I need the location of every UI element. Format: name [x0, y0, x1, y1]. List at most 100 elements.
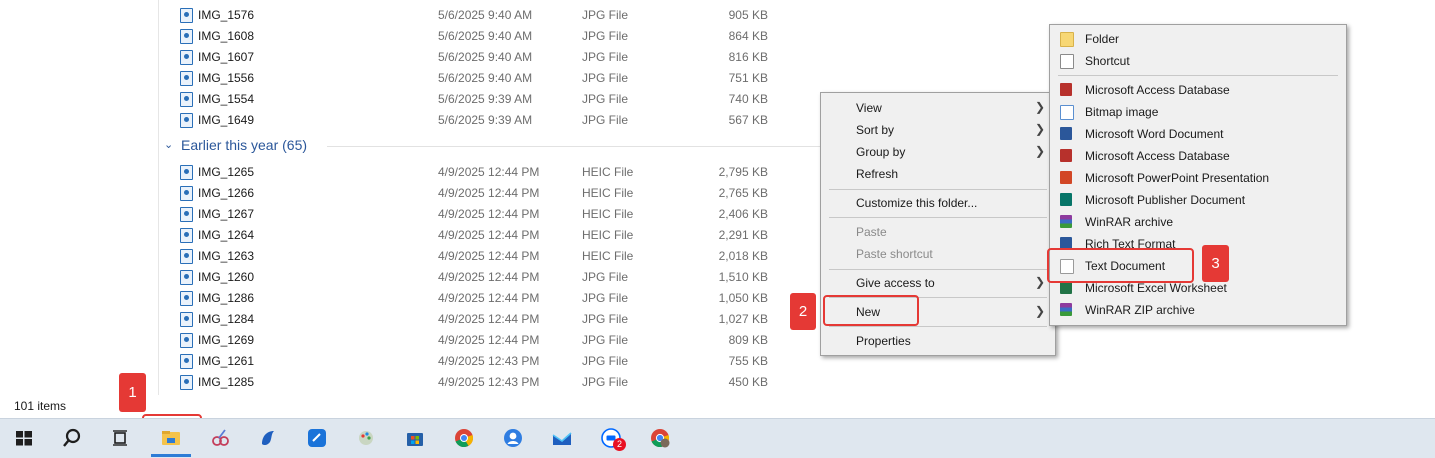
- file-size: 450 KB: [728, 375, 768, 389]
- menu-item-paste[interactable]: Paste: [821, 221, 1055, 243]
- file-row[interactable]: IMG_1284 4/9/2025 12:44 PM JPG File 1,02…: [180, 309, 800, 330]
- submenu-item-access-database[interactable]: Microsoft Access Database: [1050, 79, 1346, 101]
- file-row[interactable]: IMG_1260 4/9/2025 12:44 PM JPG File 1,51…: [180, 267, 800, 288]
- file-row[interactable]: IMG_1264 4/9/2025 12:44 PM HEIC File 2,2…: [180, 225, 800, 246]
- file-row[interactable]: IMG_1556 5/6/2025 9:40 AM JPG File 751 K…: [180, 68, 800, 89]
- task-view-button[interactable]: [100, 419, 140, 458]
- taskbar-app-user-agent[interactable]: [493, 419, 533, 458]
- taskbar-app-remote[interactable]: [297, 419, 337, 458]
- image-file-icon: [180, 270, 193, 285]
- submenu-item-powerpoint[interactable]: Microsoft PowerPoint Presentation: [1050, 167, 1346, 189]
- file-row[interactable]: IMG_1608 5/6/2025 9:40 AM JPG File 864 K…: [180, 26, 800, 47]
- file-name: IMG_1576: [198, 8, 255, 22]
- taskbar-app-snipping-tool[interactable]: [200, 419, 240, 458]
- file-name: IMG_1263: [198, 249, 255, 263]
- taskbar-app-mail[interactable]: [542, 419, 582, 458]
- taskbar-app-chrome-profile[interactable]: [640, 419, 680, 458]
- file-row[interactable]: IMG_1269 4/9/2025 12:44 PM JPG File 809 …: [180, 330, 800, 351]
- publisher-icon: [1060, 193, 1072, 206]
- menu-item-label: Microsoft Excel Worksheet: [1085, 281, 1227, 295]
- menu-item-properties[interactable]: Properties: [821, 330, 1055, 352]
- highlight-step-3: [1047, 248, 1194, 283]
- menu-item-give-access[interactable]: Give access to ❯: [821, 272, 1055, 294]
- file-date: 5/6/2025 9:39 AM: [438, 113, 533, 127]
- navigation-pane: [0, 0, 159, 395]
- submenu-item-word[interactable]: Microsoft Word Document: [1050, 123, 1346, 145]
- taskbar-app-zalo[interactable]: 2: [591, 419, 631, 458]
- file-type: JPG File: [582, 354, 629, 368]
- menu-item-sort-by[interactable]: Sort by ❯: [821, 119, 1055, 141]
- file-name: IMG_1608: [198, 29, 255, 43]
- file-row[interactable]: IMG_1263 4/9/2025 12:44 PM HEIC File 2,0…: [180, 246, 800, 267]
- taskbar-app-blue-bird[interactable]: [248, 419, 288, 458]
- file-row[interactable]: IMG_1261 4/9/2025 12:43 PM JPG File 755 …: [180, 351, 800, 372]
- file-row[interactable]: IMG_1649 5/6/2025 9:39 AM JPG File 567 K…: [180, 110, 800, 131]
- taskbar-app-paint[interactable]: [346, 419, 386, 458]
- file-date: 4/9/2025 12:44 PM: [438, 228, 540, 242]
- chevron-right-icon: ❯: [1034, 100, 1045, 114]
- file-row[interactable]: IMG_1285 4/9/2025 12:43 PM JPG File 450 …: [180, 372, 800, 393]
- file-size: 740 KB: [728, 92, 768, 106]
- submenu-item-publisher[interactable]: Microsoft Publisher Document: [1050, 189, 1346, 211]
- menu-item-label: Refresh: [856, 167, 899, 181]
- file-date: 5/6/2025 9:40 AM: [438, 29, 533, 43]
- file-date: 4/9/2025 12:44 PM: [438, 312, 540, 326]
- file-size: 816 KB: [728, 50, 768, 64]
- menu-item-paste-shortcut[interactable]: Paste shortcut: [821, 243, 1055, 265]
- menu-item-refresh[interactable]: Refresh: [821, 163, 1055, 185]
- file-type: HEIC File: [582, 165, 634, 179]
- menu-item-label: Microsoft Publisher Document: [1085, 193, 1246, 207]
- file-size: 1,027 KB: [718, 312, 768, 326]
- image-file-icon: [180, 186, 193, 201]
- menu-separator: [1058, 75, 1338, 76]
- start-button[interactable]: [4, 419, 44, 458]
- file-row[interactable]: IMG_1267 4/9/2025 12:44 PM HEIC File 2,4…: [180, 204, 800, 225]
- mail-app-icon: [552, 432, 572, 445]
- menu-item-view[interactable]: View ❯: [821, 97, 1055, 119]
- menu-item-label: Paste: [856, 225, 887, 239]
- file-row[interactable]: IMG_1576 5/6/2025 9:40 AM JPG File 905 K…: [180, 5, 800, 26]
- chevron-down-icon[interactable]: ⌄: [164, 138, 173, 151]
- file-type: HEIC File: [582, 228, 634, 242]
- group-header-earlier-this-year[interactable]: ⌄ Earlier this year (65): [164, 136, 981, 156]
- file-row[interactable]: IMG_1286 4/9/2025 12:44 PM JPG File 1,05…: [180, 288, 800, 309]
- file-name: IMG_1286: [198, 291, 255, 305]
- winrar-icon: [1060, 215, 1072, 228]
- powerpoint-icon: [1060, 171, 1072, 184]
- image-file-icon: [180, 92, 193, 107]
- taskbar-app-microsoft-store[interactable]: [395, 419, 435, 458]
- file-row[interactable]: IMG_1607 5/6/2025 9:40 AM JPG File 816 K…: [180, 47, 800, 68]
- taskbar-app-chrome[interactable]: [444, 419, 484, 458]
- file-type: JPG File: [582, 291, 629, 305]
- file-size: 809 KB: [728, 333, 768, 347]
- search-button[interactable]: [52, 419, 92, 458]
- submenu-item-winrar[interactable]: WinRAR archive: [1050, 211, 1346, 233]
- menu-item-customize-folder[interactable]: Customize this folder...: [821, 192, 1055, 214]
- file-name: IMG_1649: [198, 113, 255, 127]
- image-file-icon: [180, 50, 193, 65]
- file-name: IMG_1266: [198, 186, 255, 200]
- file-row[interactable]: IMG_1266 4/9/2025 12:44 PM HEIC File 2,7…: [180, 183, 800, 204]
- file-size: 864 KB: [728, 29, 768, 43]
- submenu-item-folder[interactable]: Folder: [1050, 28, 1346, 50]
- taskbar-app-file-explorer[interactable]: [151, 419, 191, 458]
- access-icon: [1060, 149, 1072, 162]
- submenu-item-access-database-2[interactable]: Microsoft Access Database: [1050, 145, 1346, 167]
- file-row[interactable]: IMG_1554 5/6/2025 9:39 AM JPG File 740 K…: [180, 89, 800, 110]
- task-view-icon: [113, 430, 127, 446]
- submenu-item-shortcut[interactable]: Shortcut: [1050, 50, 1346, 72]
- menu-item-label: Microsoft Word Document: [1085, 127, 1224, 141]
- submenu-item-bitmap[interactable]: Bitmap image: [1050, 101, 1346, 123]
- taskbar: 2: [0, 418, 1435, 458]
- submenu-item-winrar-zip[interactable]: WinRAR ZIP archive: [1050, 299, 1346, 321]
- menu-item-label: Microsoft PowerPoint Presentation: [1085, 171, 1270, 185]
- chevron-right-icon: ❯: [1034, 275, 1045, 289]
- file-date: 4/9/2025 12:44 PM: [438, 291, 540, 305]
- notification-badge: 2: [613, 438, 626, 451]
- file-row[interactable]: IMG_1265 4/9/2025 12:44 PM HEIC File 2,7…: [180, 162, 800, 183]
- menu-item-group-by[interactable]: Group by ❯: [821, 141, 1055, 163]
- file-size: 567 KB: [728, 113, 768, 127]
- paint-app-icon: [359, 431, 373, 445]
- image-file-icon: [180, 71, 193, 86]
- menu-item-label: Paste shortcut: [856, 247, 933, 261]
